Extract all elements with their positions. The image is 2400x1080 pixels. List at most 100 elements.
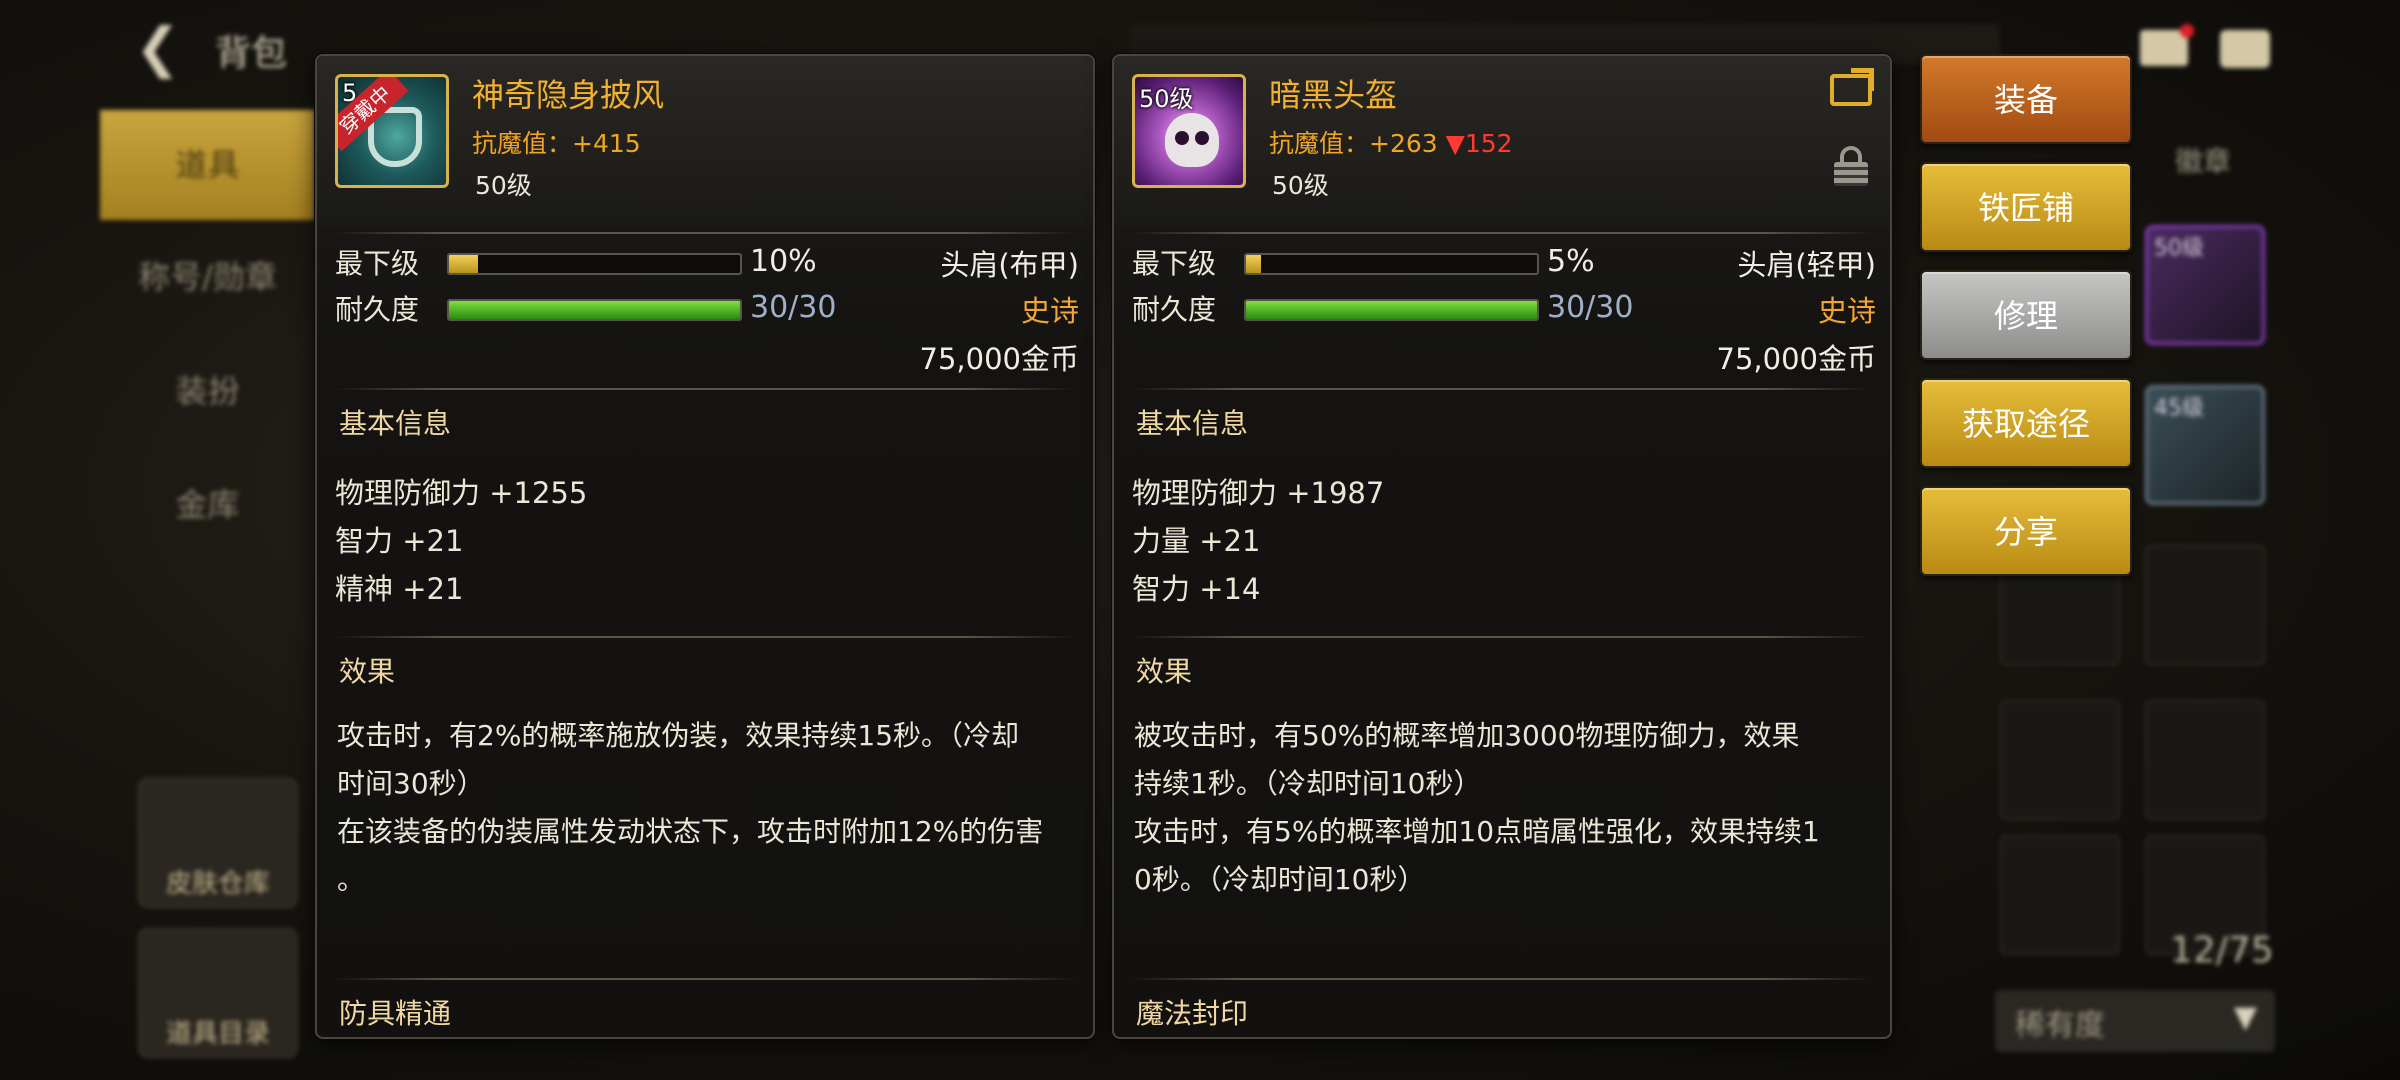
effect-text: 被攻击时，有50%的概率增加3000物理防御力，效果 持续1秒。（冷却时间10秒… [1134, 712, 1874, 904]
item-name: 暗黑头盔 [1269, 76, 1398, 114]
bag-sidebar: 道具 称号/勋章 装扮 金库 [100, 110, 315, 562]
skin-storage-label: 皮肤仓库 [165, 869, 270, 899]
grid-item-teal[interactable]: 45级 [2145, 385, 2265, 505]
skull-shape [1165, 113, 1219, 167]
magic-resist-decrease: ▼152 [1445, 129, 1513, 158]
sort-dropdown[interactable]: 稀有度 ▼ [1995, 990, 2275, 1052]
effect-title: 效果 [1136, 655, 1193, 688]
durability-value: 30/30 [750, 290, 837, 325]
durability-bar [1244, 299, 1539, 321]
arrow-left-icon[interactable]: ❮ [135, 18, 195, 78]
effect-line: 攻击时，有5%的概率增加10点暗属性强化，效果持续1 [1134, 815, 1820, 848]
item-catalog-label: 道具目录 [165, 1019, 270, 1049]
skin-storage-tile[interactable]: 皮肤仓库 [138, 778, 298, 908]
divider [335, 636, 1075, 638]
item-slot: 头肩(布甲) [940, 248, 1079, 282]
grid-item-purple[interactable]: 50级 [2145, 225, 2265, 345]
obtain-source-button[interactable]: 获取途径 [1920, 378, 2132, 468]
item-level-badge: 50级 [1139, 85, 1194, 113]
attribute-line: 精神 +21 [335, 572, 464, 606]
magic-seal-title: 魔法封印 [1136, 997, 1249, 1030]
equipped-item-panel: 5 穿戴中 神奇隐身披风 抗魔值：+415 50级 最下级 10% 头肩(布甲)… [315, 54, 1095, 1039]
grid-cell[interactable] [2000, 700, 2120, 820]
magic-resist-value: 抗魔值：+263 [1269, 129, 1446, 158]
item-name: 神奇隐身披风 [472, 76, 665, 114]
skull-eye [1175, 131, 1189, 145]
sidebar-item-items[interactable]: 道具 [100, 110, 315, 220]
lock-icon[interactable] [1834, 146, 1868, 186]
durability-label: 耐久度 [1132, 293, 1217, 326]
bag-title: 背包 [215, 33, 288, 74]
equip-button[interactable]: 装备 [1920, 54, 2132, 144]
repair-button[interactable]: 修理 [1920, 270, 2132, 360]
chevron-down-icon: ▼ [2233, 1000, 2257, 1035]
attribute-line: 智力 +14 [1132, 572, 1261, 606]
effect-line: 时间30秒） [337, 767, 485, 800]
magic-resist: 抗魔值：+415 [472, 129, 641, 158]
grid-cell[interactable] [2145, 700, 2265, 820]
grid-item-level: 45级 [2154, 396, 2204, 421]
attribute-line: 物理防御力 +1987 [1132, 476, 1385, 510]
basic-info-title: 基本信息 [339, 407, 452, 440]
item-price: 75,000金币 [1716, 342, 1876, 376]
tab-badges[interactable]: 徽章 [2175, 140, 2231, 180]
divider [335, 978, 1075, 980]
min-level-value: 10% [750, 244, 817, 279]
share-icon[interactable] [1830, 68, 1874, 106]
min-level-value: 5% [1547, 244, 1595, 279]
share-button[interactable]: 分享 [1920, 486, 2132, 576]
attribute-line: 智力 +21 [335, 524, 464, 558]
item-catalog-tile[interactable]: 道具目录 [138, 928, 298, 1058]
min-level-bar [1244, 253, 1539, 275]
chat-icon[interactable] [2220, 30, 2270, 68]
durability-label: 耐久度 [335, 293, 420, 326]
sort-label: 稀有度 [2015, 1008, 2105, 1043]
divider [1132, 388, 1872, 390]
divider [335, 388, 1075, 390]
divider [1132, 636, 1872, 638]
skull-eye [1195, 131, 1209, 145]
magic-resist: 抗魔值：+263 ▼152 [1269, 124, 1513, 160]
durability-value: 30/30 [1547, 290, 1634, 325]
effect-title: 效果 [339, 655, 396, 688]
durability-bar-fill [449, 301, 740, 319]
durability-bar [447, 299, 742, 321]
sidebar-item-avatar[interactable]: 装扮 [100, 334, 315, 448]
notification-dot [2180, 24, 2194, 38]
effect-line: 持续1秒。（冷却时间10秒） [1134, 767, 1482, 800]
effect-text: 攻击时，有2%的概率施放伪装，效果持续15秒。（冷却 时间30秒） 在该装备的伪… [337, 712, 1077, 904]
sidebar-item-titles[interactable]: 称号/勋章 [100, 220, 315, 334]
divider [335, 232, 1075, 234]
blacksmith-button[interactable]: 铁匠铺 [1920, 162, 2132, 252]
lock-body [1834, 162, 1868, 186]
effect-line: 攻击时，有2%的概率施放伪装，效果持续15秒。（冷却 [337, 719, 1020, 752]
cape-icon: 5 穿戴中 [335, 74, 449, 188]
effect-line: 。 [337, 863, 366, 896]
effect-line: 在该装备的伪装属性发动状态下，攻击时附加12%的伤害 [337, 815, 1044, 848]
rarity: 史诗 [1020, 294, 1079, 328]
min-level-label: 最下级 [335, 247, 420, 280]
grid-cell[interactable] [2145, 545, 2265, 665]
item-level: 50级 [1272, 171, 1329, 200]
min-level-bar [447, 253, 742, 275]
min-level-bar-fill [449, 255, 479, 273]
sidebar-item-vault[interactable]: 金库 [100, 448, 315, 562]
attribute-line: 物理防御力 +1255 [335, 476, 588, 510]
effect-line: 0秒。（冷却时间10秒） [1134, 863, 1426, 896]
item-price: 75,000金币 [919, 342, 1079, 376]
inventory-count: 12/75 [2170, 930, 2274, 971]
compared-item-panel: 50级 暗黑头盔 抗魔值：+263 ▼152 50级 最下级 5% 头肩(轻甲)… [1112, 54, 1892, 1039]
divider [1132, 978, 1872, 980]
grid-cell[interactable] [2000, 835, 2120, 955]
divider [1132, 232, 1872, 234]
grid-item-level: 50级 [2154, 236, 2204, 261]
rarity: 史诗 [1817, 294, 1876, 328]
item-slot: 头肩(轻甲) [1737, 248, 1876, 282]
durability-bar-fill [1246, 301, 1537, 319]
skull-helmet-icon: 50级 [1132, 74, 1246, 188]
armor-mastery-title: 防具精通 [339, 997, 452, 1030]
min-level-bar-fill [1246, 255, 1261, 273]
effect-line: 被攻击时，有50%的概率增加3000物理防御力，效果 [1134, 719, 1800, 752]
item-level: 50级 [475, 171, 532, 200]
basic-info-title: 基本信息 [1136, 407, 1249, 440]
